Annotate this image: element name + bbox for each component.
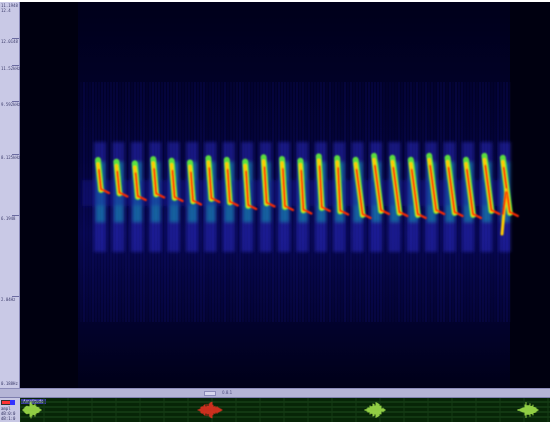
- overview-controls: ampl dB:0:0 dB:1:0: [0, 398, 20, 422]
- spectrogram-view[interactable]: [20, 2, 550, 388]
- ruler-label: 9.592kHz: [1, 102, 21, 107]
- ruler-tick: [12, 296, 19, 297]
- waveform-bursts: [22, 401, 539, 419]
- right-dark-band: [510, 2, 550, 388]
- ruler-tick: [12, 215, 19, 216]
- ruler-tick: [12, 154, 19, 155]
- ruler-label: 11.52kHz: [1, 66, 21, 71]
- ruler-tick: [12, 65, 19, 66]
- spectrogram-canvas[interactable]: [20, 2, 550, 388]
- ruler-label: 6.1948: [1, 216, 16, 221]
- noise-stripe: [80, 82, 82, 322]
- haze-band: [82, 180, 502, 206]
- horizontal-scrollbar[interactable]: 0.8.1: [0, 388, 550, 398]
- overview-control-label: dB:1:0: [1, 416, 16, 421]
- ruler-label: 0.188Hz: [1, 381, 18, 386]
- ruler-label: 12.4: [1, 8, 11, 13]
- ruler-label: 8.125kHz: [1, 155, 21, 160]
- color-swatch-icon[interactable]: [10, 400, 15, 405]
- overview-waveform-panel[interactable]: ampl dB:0:0 dB:1:0 Amplitude: [0, 398, 550, 422]
- ruler-tick: [12, 101, 19, 102]
- overview-waveform[interactable]: [20, 398, 550, 422]
- scroll-thumb[interactable]: [204, 391, 216, 396]
- scroll-position-label: 0.8.1: [222, 390, 233, 395]
- ruler-label: 12.0148: [1, 39, 18, 44]
- ruler-tick: [12, 38, 19, 39]
- frequency-ruler: 11.1948 12.4 12.0148 11.52kHz 9.592kHz 8…: [0, 2, 20, 388]
- left-dark-band: [20, 2, 78, 388]
- ruler-label: 2.04Hz: [1, 297, 16, 302]
- overview-grid: [20, 398, 550, 422]
